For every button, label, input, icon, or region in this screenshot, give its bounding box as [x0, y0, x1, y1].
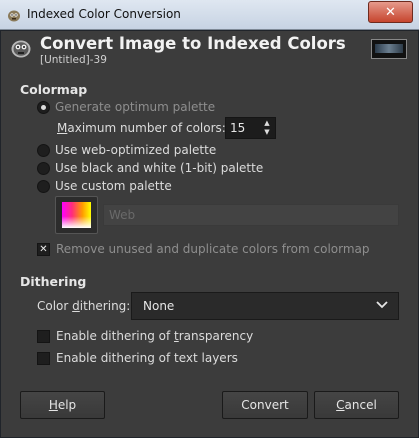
- window-title: Indexed Color Conversion: [27, 7, 181, 21]
- max-colors-label: Maximum number of colors:: [57, 121, 226, 135]
- palette-select-button[interactable]: [55, 196, 98, 234]
- color-dithering-combo[interactable]: None: [131, 292, 399, 320]
- chevron-down-icon: [376, 301, 388, 309]
- help-button[interactable]: Help: [20, 391, 105, 419]
- max-colors-value[interactable]: 15: [230, 121, 245, 135]
- window-titlebar[interactable]: Indexed Color Conversion ✕: [0, 0, 419, 30]
- spin-up-icon[interactable]: ▲: [262, 119, 272, 128]
- radio-label: Use custom palette: [55, 179, 172, 193]
- checkbox[interactable]: [37, 351, 50, 365]
- button-label: Convert: [241, 398, 289, 412]
- checkbox-remove-unused[interactable]: ✕ Remove unused and duplicate colors fro…: [37, 242, 370, 256]
- convert-button[interactable]: Convert: [222, 391, 308, 419]
- radio-button[interactable]: [37, 161, 50, 175]
- radio-button[interactable]: [37, 179, 50, 193]
- color-dithering-label: Color dithering:: [37, 299, 130, 313]
- gimp-icon: [11, 40, 31, 58]
- image-name: [Untitled]-39: [40, 54, 107, 66]
- radio-label: Use black and white (1-bit) palette: [55, 161, 264, 175]
- image-thumbnail: [371, 39, 407, 59]
- button-label: elp: [57, 398, 77, 412]
- cancel-button[interactable]: Cancel: [314, 391, 399, 419]
- button-label: ancel: [344, 398, 377, 412]
- radio-custom-palette[interactable]: Use custom palette: [37, 179, 172, 193]
- label-text: aximum number of colors:: [67, 121, 226, 135]
- combo-value: None: [143, 299, 175, 313]
- label-text: Color: [37, 299, 73, 313]
- checkbox[interactable]: ✕: [37, 242, 50, 256]
- checkbox-dither-transparency[interactable]: Enable dithering of transparency: [37, 329, 253, 343]
- close-icon: ✕: [385, 4, 396, 20]
- label-text: ransparency: [178, 329, 254, 343]
- mnemonic-letter: M: [57, 121, 68, 135]
- checkbox-dither-text-layers[interactable]: Enable dithering of text layers: [37, 351, 238, 365]
- radio-generate-optimum[interactable]: Generate optimum palette: [37, 100, 215, 114]
- radio-label: Use web-optimized palette: [55, 143, 217, 157]
- radio-button[interactable]: [37, 100, 50, 114]
- label-text: Enable dithering of: [56, 329, 175, 343]
- spin-down-icon[interactable]: ▼: [262, 128, 272, 137]
- close-button[interactable]: ✕: [368, 1, 413, 23]
- dialog-heading: Convert Image to Indexed Colors: [40, 34, 346, 53]
- checkbox-label: Remove unused and duplicate colors from …: [56, 242, 370, 256]
- mnemonic-letter: H: [48, 398, 58, 412]
- mnemonic-letter: d: [72, 299, 80, 313]
- colormap-heading: Colormap: [20, 82, 88, 97]
- palette-name: Web: [109, 208, 136, 222]
- label-text: ithering:: [79, 299, 131, 313]
- mnemonic-letter: C: [336, 398, 345, 412]
- radio-label: Generate optimum palette: [55, 100, 216, 114]
- dithering-heading: Dithering: [20, 274, 87, 289]
- radio-web-optimized[interactable]: Use web-optimized palette: [37, 143, 216, 157]
- checkbox-label: Enable dithering of text layers: [56, 351, 238, 365]
- palette-preview: [62, 202, 91, 228]
- radio-button[interactable]: [37, 143, 50, 157]
- checkbox[interactable]: [37, 329, 50, 343]
- palette-name-field[interactable]: Web: [103, 204, 399, 226]
- max-colors-spinbutton[interactable]: 15 ▲ ▼: [225, 117, 276, 139]
- gimp-icon: [8, 10, 20, 22]
- radio-black-white[interactable]: Use black and white (1-bit) palette: [37, 161, 263, 175]
